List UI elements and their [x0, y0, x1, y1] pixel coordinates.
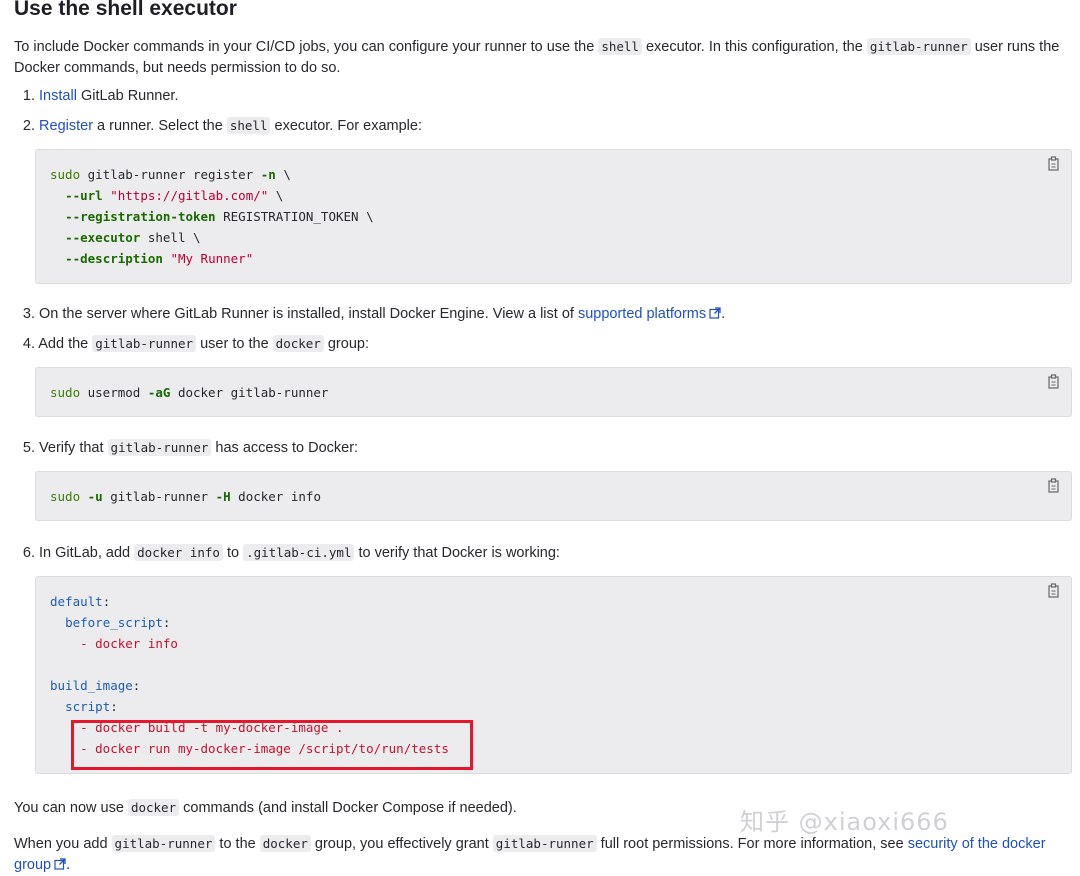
- section-heading: Use the shell executor: [14, 0, 237, 20]
- code-lines: sudo gitlab-runner register -n \ --url "…: [50, 167, 374, 266]
- copy-icon[interactable]: [1047, 156, 1061, 172]
- inline-code-gitlab-runner: gitlab-runner: [492, 835, 597, 852]
- step-4: 4. Add the gitlab-runner user to the doc…: [14, 333, 369, 355]
- intro-text: To include Docker commands in your CI/CD…: [14, 39, 599, 55]
- step-number: 2.: [22, 118, 35, 134]
- intro-paragraph: To include Docker commands in your CI/CD…: [14, 36, 1064, 79]
- inline-code-docker: docker: [259, 835, 311, 852]
- step-1: 1. Install GitLab Runner.: [14, 86, 179, 107]
- copy-icon[interactable]: [1047, 583, 1061, 599]
- copy-icon[interactable]: [1047, 374, 1061, 390]
- step-number: 3.: [22, 306, 35, 322]
- watermark: 知乎 @xiaoxi666: [740, 808, 949, 836]
- external-link-icon: [709, 307, 721, 319]
- inline-code-gitlab-runner: gitlab-runner: [92, 335, 197, 352]
- inline-code-docker: docker: [272, 335, 324, 352]
- step-text: a runner. Select the: [93, 118, 227, 134]
- step-number: 5.: [22, 440, 35, 456]
- inline-code-shell: shell: [598, 38, 642, 55]
- inline-code-docker: docker: [127, 799, 180, 816]
- step-number: 6.: [22, 545, 35, 561]
- step-number: 4.: [22, 336, 35, 352]
- step-text: On the server where GitLab Runner is ins…: [39, 306, 578, 322]
- code-block-usermod[interactable]: sudo usermod -aG docker gitlab-runner: [35, 367, 1072, 417]
- step-6: 6. In GitLab, add docker info to .gitlab…: [14, 542, 560, 564]
- highlight-box: [71, 720, 473, 770]
- code-block-gitlab-ci[interactable]: default: before_script: - docker info bu…: [35, 576, 1072, 774]
- inline-code-gitlab-runner: gitlab-runner: [107, 439, 212, 456]
- inline-code-gitlab-runner: gitlab-runner: [866, 38, 971, 55]
- external-link-icon: [54, 858, 66, 870]
- inline-code-docker-info: docker info: [134, 544, 223, 561]
- supported-platforms-link[interactable]: supported platforms: [578, 306, 721, 322]
- copy-icon[interactable]: [1047, 478, 1061, 494]
- code-lines: sudo -u gitlab-runner -H docker info: [50, 489, 321, 504]
- step-text: GitLab Runner.: [76, 88, 179, 104]
- code-lines: sudo usermod -aG docker gitlab-runner: [50, 385, 329, 400]
- register-link[interactable]: Register: [39, 118, 93, 134]
- inline-code-gitlab-runner: gitlab-runner: [111, 835, 216, 852]
- step-5: 5. Verify that gitlab-runner has access …: [14, 437, 358, 459]
- inline-code-shell: shell: [226, 117, 271, 134]
- code-block-register[interactable]: sudo gitlab-runner register -n \ --url "…: [35, 149, 1072, 284]
- inline-code-gitlab-ci-yml: .gitlab-ci.yml: [243, 544, 355, 561]
- step-3: 3. On the server where GitLab Runner is …: [14, 304, 725, 325]
- after-paragraph-2: When you add gitlab-runner to the docker…: [14, 835, 1046, 873]
- step-2: 2. Register a runner. Select the shell e…: [14, 115, 422, 137]
- step-number: 1.: [22, 88, 35, 104]
- code-block-verify[interactable]: sudo -u gitlab-runner -H docker info: [35, 471, 1072, 521]
- step-text: executor. For example:: [270, 118, 423, 134]
- install-link[interactable]: Install: [39, 88, 77, 104]
- intro-text: executor. In this configuration, the: [641, 39, 867, 55]
